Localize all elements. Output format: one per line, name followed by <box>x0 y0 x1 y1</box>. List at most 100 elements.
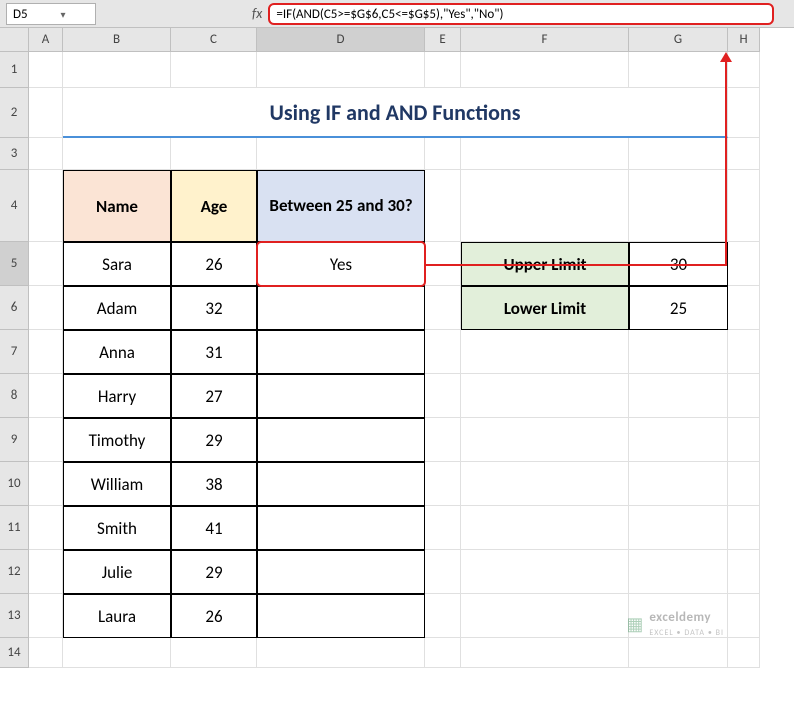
cell-A11[interactable] <box>29 506 63 550</box>
col-header-B[interactable]: B <box>63 28 171 52</box>
row-header-9[interactable]: 9 <box>0 418 29 462</box>
cell-G10[interactable] <box>629 462 728 506</box>
cell-H10[interactable] <box>728 462 760 506</box>
cell-age[interactable]: 29 <box>171 418 257 462</box>
cell-A8[interactable] <box>29 374 63 418</box>
cell-H4[interactable] <box>728 170 760 242</box>
cell-A12[interactable] <box>29 550 63 594</box>
cell-name[interactable]: Timothy <box>63 418 171 462</box>
cell-G12[interactable] <box>629 550 728 594</box>
row-header-10[interactable]: 10 <box>0 462 29 506</box>
col-header-F[interactable]: F <box>461 28 629 52</box>
header-age[interactable]: Age <box>171 170 257 242</box>
row-header-4[interactable]: 4 <box>0 170 29 242</box>
cell-age[interactable]: 27 <box>171 374 257 418</box>
cell-age[interactable]: 26 <box>171 242 257 286</box>
cell-H1[interactable] <box>728 52 760 88</box>
cell-H8[interactable] <box>728 374 760 418</box>
cell-F13[interactable] <box>461 594 629 638</box>
lower-limit-value[interactable]: 25 <box>629 286 728 330</box>
cell-C1[interactable] <box>171 52 257 88</box>
cell-F10[interactable] <box>461 462 629 506</box>
cell-F7[interactable] <box>461 330 629 374</box>
cell-name[interactable]: Harry <box>63 374 171 418</box>
upper-limit-value[interactable]: 30 <box>629 242 728 286</box>
cell-between[interactable] <box>257 374 425 418</box>
cell-G11[interactable] <box>629 506 728 550</box>
cell-E4[interactable] <box>425 170 461 242</box>
cell-name[interactable]: William <box>63 462 171 506</box>
row-header-7[interactable]: 7 <box>0 330 29 374</box>
cell-age[interactable]: 38 <box>171 462 257 506</box>
cell-G7[interactable] <box>629 330 728 374</box>
row-header-8[interactable]: 8 <box>0 374 29 418</box>
cell-name[interactable]: Sara <box>63 242 171 286</box>
cell-age[interactable]: 32 <box>171 286 257 330</box>
cell-B1[interactable] <box>63 52 171 88</box>
header-name[interactable]: Name <box>63 170 171 242</box>
select-all-corner[interactable] <box>0 28 29 52</box>
cell-between[interactable] <box>257 550 425 594</box>
cell-name[interactable]: Smith <box>63 506 171 550</box>
cell-E1[interactable] <box>425 52 461 88</box>
cell-age[interactable]: 31 <box>171 330 257 374</box>
cell-E14[interactable] <box>425 638 461 668</box>
cell-name[interactable]: Julie <box>63 550 171 594</box>
cell-between[interactable] <box>257 506 425 550</box>
cell-between[interactable] <box>257 594 425 638</box>
cell-H11[interactable] <box>728 506 760 550</box>
page-title[interactable]: Using IF and AND Functions <box>63 88 728 138</box>
cell-A13[interactable] <box>29 594 63 638</box>
cell-between[interactable] <box>257 330 425 374</box>
row-header-3[interactable]: 3 <box>0 138 29 170</box>
cell-H5[interactable] <box>728 242 760 286</box>
cell-E11[interactable] <box>425 506 461 550</box>
cell-E8[interactable] <box>425 374 461 418</box>
cell-between[interactable]: Yes <box>257 242 425 286</box>
cell-B14[interactable] <box>63 638 171 668</box>
cell-age[interactable]: 26 <box>171 594 257 638</box>
cell-A14[interactable] <box>29 638 63 668</box>
cell-age[interactable]: 29 <box>171 550 257 594</box>
row-header-6[interactable]: 6 <box>0 286 29 330</box>
cell-between[interactable] <box>257 462 425 506</box>
cell-between[interactable] <box>257 418 425 462</box>
cell-A5[interactable] <box>29 242 63 286</box>
cell-F4[interactable] <box>461 170 629 242</box>
cell-A3[interactable] <box>29 138 63 170</box>
cell-H3[interactable] <box>728 138 760 170</box>
cell-A7[interactable] <box>29 330 63 374</box>
cell-G4[interactable] <box>629 170 728 242</box>
cell-C3[interactable] <box>171 138 257 170</box>
col-header-D[interactable]: D <box>257 28 425 52</box>
cell-E5[interactable] <box>425 242 461 286</box>
cell-D3[interactable] <box>257 138 425 170</box>
cell-A6[interactable] <box>29 286 63 330</box>
cell-F14[interactable] <box>461 638 629 668</box>
row-header-14[interactable]: 14 <box>0 638 29 668</box>
cell-E12[interactable] <box>425 550 461 594</box>
cell-H6[interactable] <box>728 286 760 330</box>
lower-limit-label[interactable]: Lower Limit <box>461 286 629 330</box>
col-header-A[interactable]: A <box>29 28 63 52</box>
cell-H13[interactable] <box>728 594 760 638</box>
cell-G9[interactable] <box>629 418 728 462</box>
header-between[interactable]: Between 25 and 30? <box>257 170 425 242</box>
cell-B3[interactable] <box>63 138 171 170</box>
cell-F1[interactable] <box>461 52 629 88</box>
cell-name[interactable]: Anna <box>63 330 171 374</box>
cell-F8[interactable] <box>461 374 629 418</box>
cell-A9[interactable] <box>29 418 63 462</box>
row-header-1[interactable]: 1 <box>0 52 29 88</box>
cell-G8[interactable] <box>629 374 728 418</box>
cell-H7[interactable] <box>728 330 760 374</box>
row-header-2[interactable]: 2 <box>0 88 29 138</box>
cell-H2[interactable] <box>728 88 760 138</box>
upper-limit-label[interactable]: Upper Limit <box>461 242 629 286</box>
cell-A2[interactable] <box>29 88 63 138</box>
cell-H12[interactable] <box>728 550 760 594</box>
cell-E9[interactable] <box>425 418 461 462</box>
cell-F12[interactable] <box>461 550 629 594</box>
row-header-13[interactable]: 13 <box>0 594 29 638</box>
chevron-down-icon[interactable]: ▾ <box>61 8 66 21</box>
